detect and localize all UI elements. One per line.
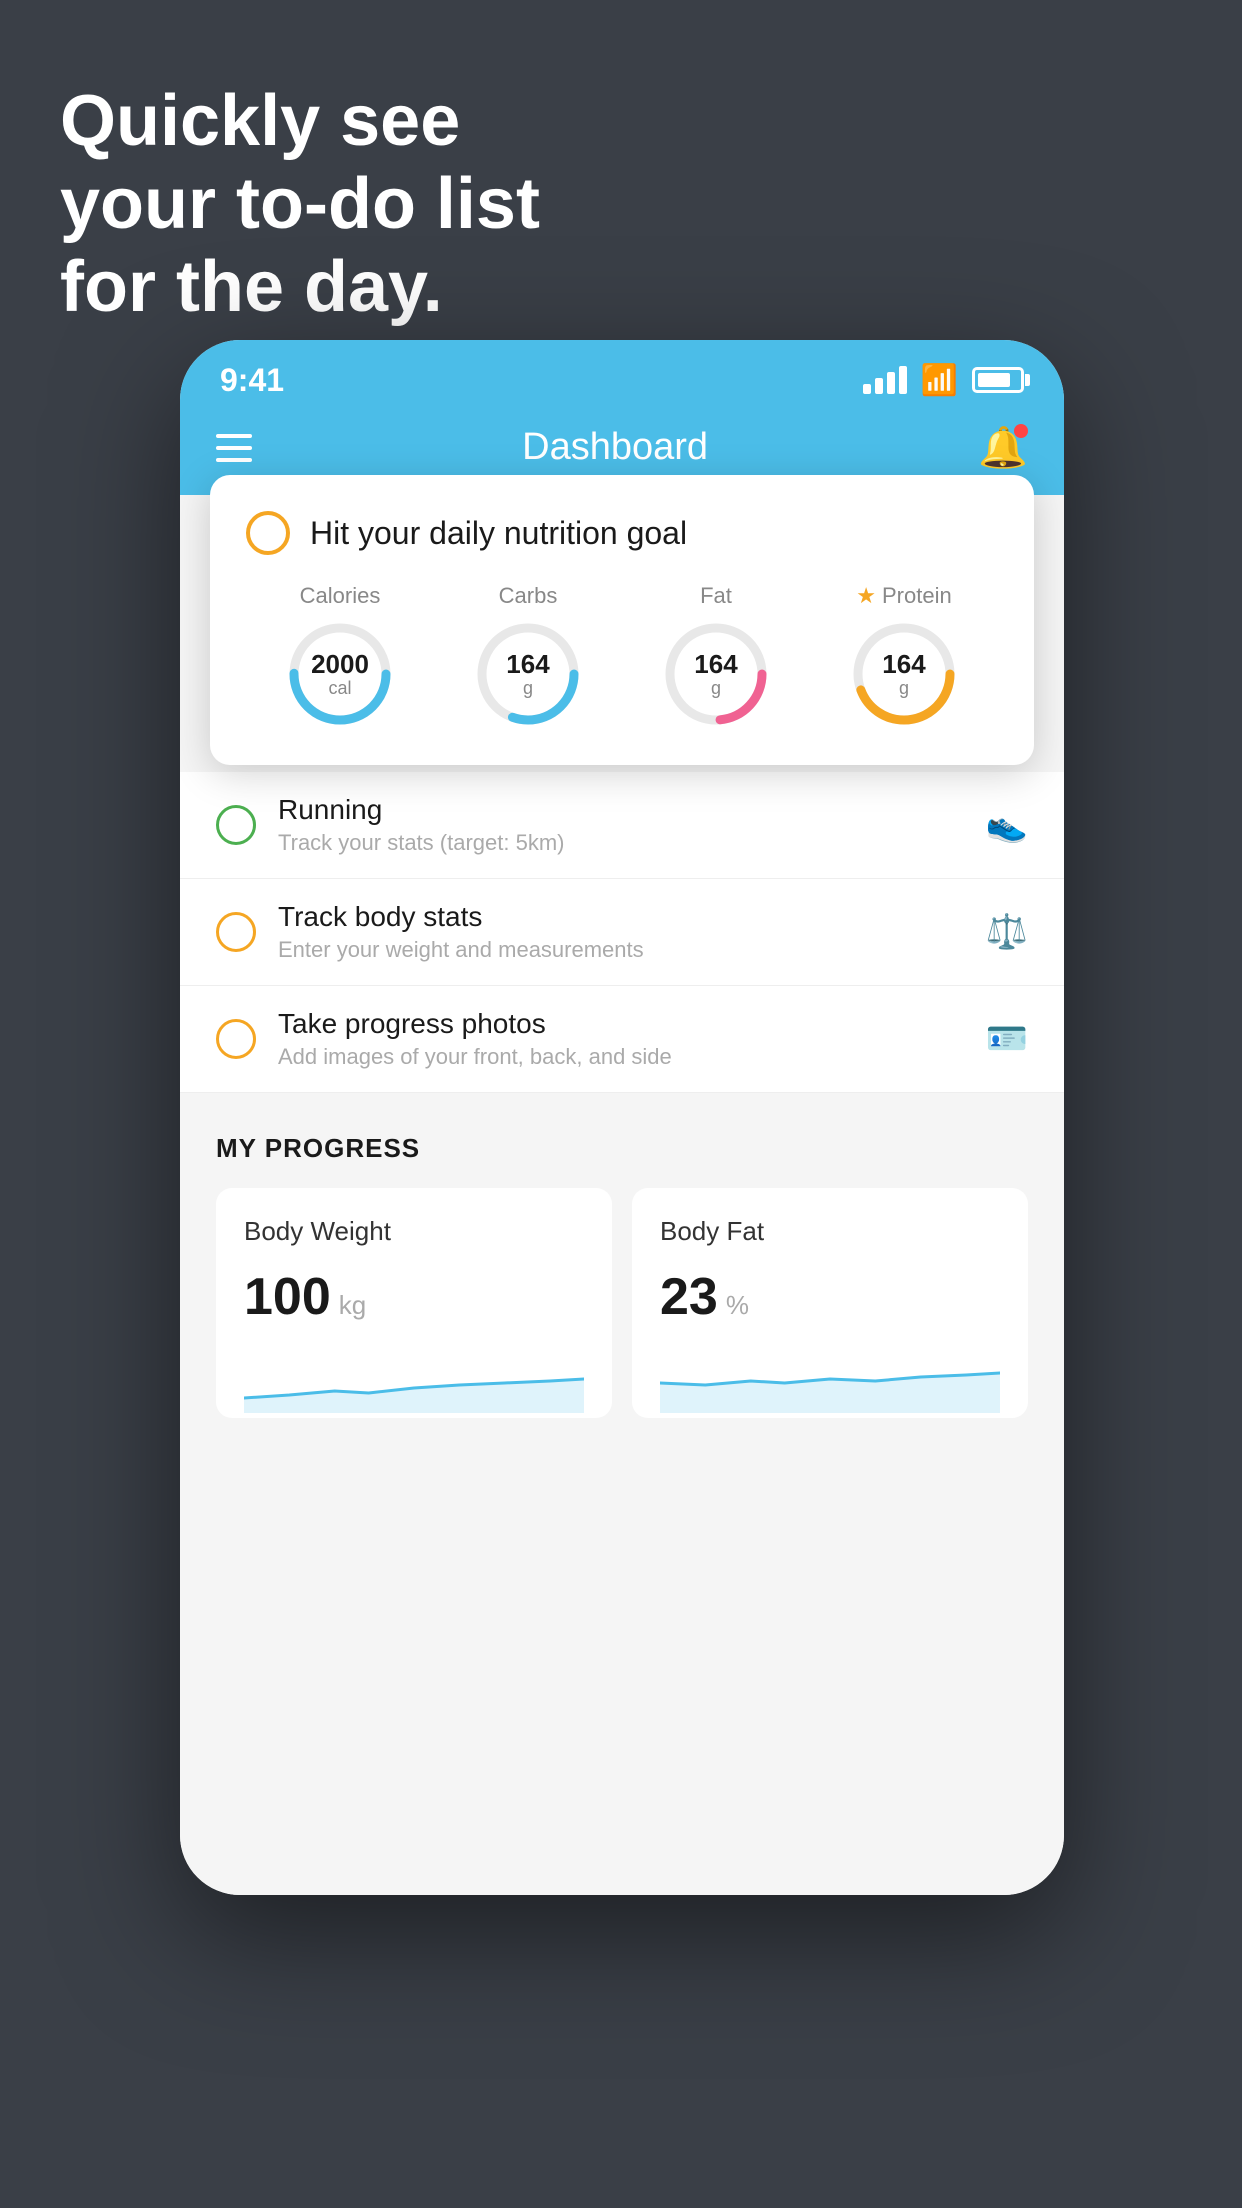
body-weight-unit: kg <box>339 1290 366 1321</box>
body-fat-title: Body Fat <box>660 1216 1000 1247</box>
app-title: Dashboard <box>522 426 708 469</box>
nutrition-card: Hit your daily nutrition goal Calories 2… <box>210 475 1034 765</box>
card-title-row: Hit your daily nutrition goal <box>246 511 998 555</box>
body-weight-number: 100 <box>244 1267 331 1327</box>
running-text-block: Running Track your stats (target: 5km) <box>278 794 964 856</box>
progress-section-title: MY PROGRESS <box>216 1133 1028 1164</box>
notification-badge <box>1014 424 1028 438</box>
hamburger-menu-button[interactable] <box>216 434 252 462</box>
status-icons: 📶 <box>863 363 1024 398</box>
body-fat-value-row: 23 % <box>660 1267 1000 1327</box>
phone-shell: 9:41 📶 Dashboard 🔔 <box>180 340 1064 1895</box>
battery-icon <box>972 367 1024 393</box>
nutrition-row: Calories 2000 cal Carbs <box>246 583 998 729</box>
body-stats-check-circle <box>216 912 256 952</box>
app-content: THINGS TO DO TODAY Hit your daily nutrit… <box>180 495 1064 1895</box>
calories-ring: 2000 cal <box>285 619 395 729</box>
photos-check-circle <box>216 1019 256 1059</box>
fat-value: 164 g <box>694 650 737 698</box>
photos-text-block: Take progress photos Add images of your … <box>278 1008 964 1070</box>
signal-icon <box>863 366 907 394</box>
carbs-item: Carbs 164 g <box>473 583 583 729</box>
todo-item-photos[interactable]: Take progress photos Add images of your … <box>180 986 1064 1093</box>
todo-item-running[interactable]: Running Track your stats (target: 5km) 👟 <box>180 772 1064 879</box>
body-weight-title: Body Weight <box>244 1216 584 1247</box>
hero-line-1: Quickly see <box>60 80 540 163</box>
hero-line-2: your to-do list <box>60 163 540 246</box>
progress-cards: Body Weight 100 kg Body Fat 23 % <box>216 1188 1028 1418</box>
carbs-value: 164 g <box>506 650 549 698</box>
carbs-label: Carbs <box>499 583 558 609</box>
protein-item: ★ Protein 164 g <box>849 583 959 729</box>
body-fat-number: 23 <box>660 1267 718 1327</box>
body-weight-sparkline <box>244 1353 584 1413</box>
running-check-circle <box>216 805 256 845</box>
running-title: Running <box>278 794 964 826</box>
hero-text: Quickly see your to-do list for the day. <box>60 80 540 328</box>
calories-label: Calories <box>300 583 381 609</box>
fat-item: Fat 164 g <box>661 583 771 729</box>
photo-icon: 🪪 <box>986 1019 1028 1059</box>
body-stats-text-block: Track body stats Enter your weight and m… <box>278 901 964 963</box>
star-icon: ★ <box>856 583 876 609</box>
todo-list: Running Track your stats (target: 5km) 👟… <box>180 772 1064 1093</box>
protein-ring: 164 g <box>849 619 959 729</box>
body-fat-sparkline <box>660 1353 1000 1413</box>
running-subtitle: Track your stats (target: 5km) <box>278 830 964 856</box>
scale-icon: ⚖️ <box>986 912 1028 952</box>
notification-bell-button[interactable]: 🔔 <box>978 424 1028 471</box>
fat-label: Fat <box>700 583 732 609</box>
status-bar: 9:41 📶 <box>180 340 1064 410</box>
body-stats-subtitle: Enter your weight and measurements <box>278 937 964 963</box>
body-stats-title: Track body stats <box>278 901 964 933</box>
body-weight-card: Body Weight 100 kg <box>216 1188 612 1418</box>
body-weight-value-row: 100 kg <box>244 1267 584 1327</box>
running-icon: 👟 <box>986 805 1028 845</box>
fat-ring: 164 g <box>661 619 771 729</box>
protein-label: ★ Protein <box>856 583 951 609</box>
body-fat-unit: % <box>726 1290 749 1321</box>
todo-item-body-stats[interactable]: Track body stats Enter your weight and m… <box>180 879 1064 986</box>
photos-title: Take progress photos <box>278 1008 964 1040</box>
hero-line-3: for the day. <box>60 246 540 329</box>
calories-value: 2000 cal <box>311 650 369 698</box>
body-fat-card: Body Fat 23 % <box>632 1188 1028 1418</box>
protein-value: 164 g <box>882 650 925 698</box>
calories-item: Calories 2000 cal <box>285 583 395 729</box>
photos-subtitle: Add images of your front, back, and side <box>278 1044 964 1070</box>
status-time: 9:41 <box>220 362 284 399</box>
progress-section: MY PROGRESS Body Weight 100 kg B <box>180 1093 1064 1458</box>
wifi-icon: 📶 <box>921 363 958 398</box>
nutrition-card-title: Hit your daily nutrition goal <box>310 515 687 552</box>
carbs-ring: 164 g <box>473 619 583 729</box>
todo-check-circle[interactable] <box>246 511 290 555</box>
